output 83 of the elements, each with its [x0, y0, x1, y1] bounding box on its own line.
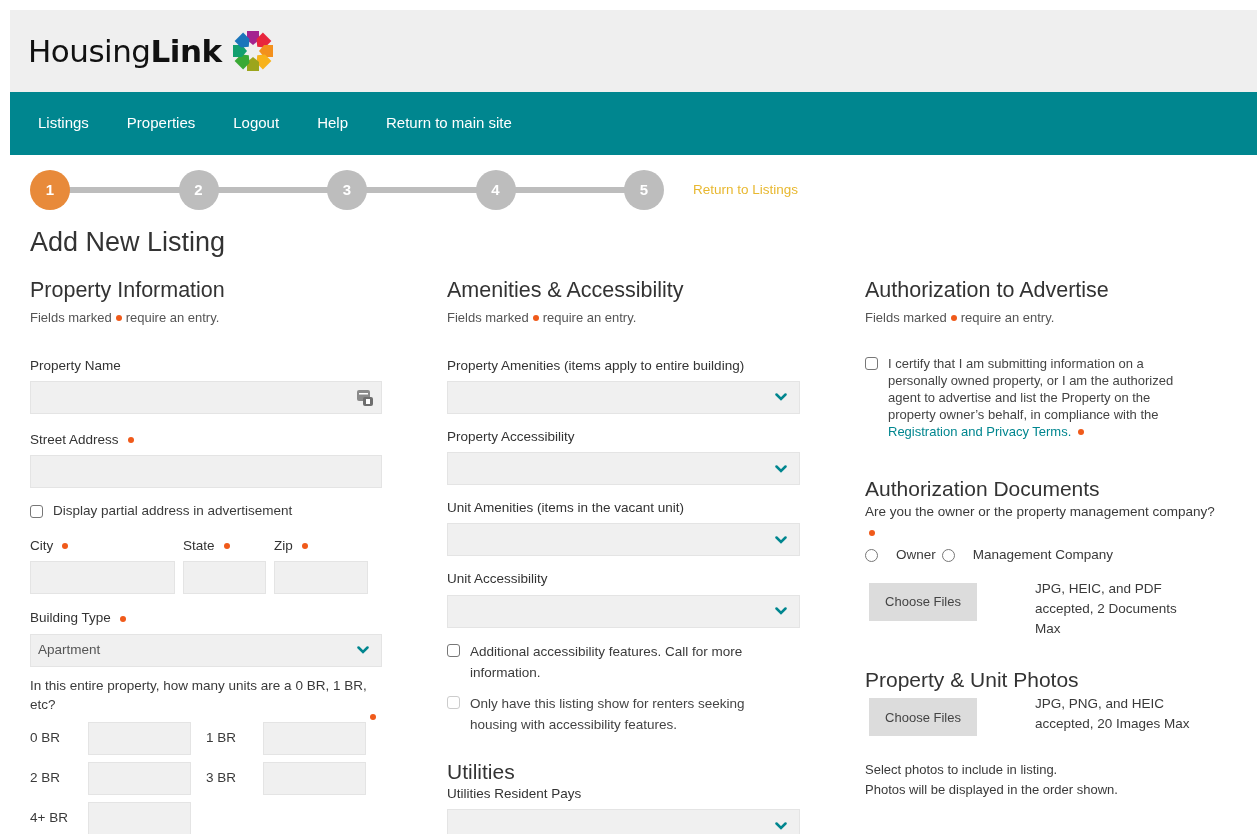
field-label: Street Address [30, 430, 119, 449]
text-field[interactable] [88, 721, 191, 755]
nav-link[interactable]: Properties [116, 112, 206, 135]
choose-files-button[interactable]: Choose Files [869, 698, 977, 737]
radio-button[interactable] [941, 548, 955, 562]
radio-button[interactable] [865, 548, 878, 562]
field-label: 1 BR [206, 729, 236, 748]
text-field[interactable] [30, 561, 175, 595]
question-text: In this entire property, how many units are a 0 BR, 1 BR, etc? [30, 676, 368, 714]
radio-label: Management Company [972, 545, 1114, 564]
field-label: Utilities Resident Pays [447, 784, 582, 803]
select-field[interactable] [447, 594, 800, 628]
nav-link[interactable]: Return to main site [376, 112, 522, 135]
field-label: State [183, 537, 215, 556]
checkbox[interactable] [447, 643, 460, 657]
text-field[interactable] [88, 761, 191, 795]
checkbox[interactable] [30, 505, 43, 519]
section-heading: Authorization to Advertise [865, 278, 1110, 305]
select-value: Apartment [38, 641, 101, 660]
section-heading: Property Information [30, 278, 226, 305]
question-text: Are you the owner or the property management company? [865, 503, 1215, 519]
radio-label: Owner [896, 545, 936, 564]
section-heading: Authorization Documents [865, 475, 1101, 501]
required-dot [532, 314, 539, 321]
note-text: Select photos to include in listing. [865, 761, 1059, 780]
hint-text: Fields marked [30, 309, 112, 328]
certify-text: I certify that I am submitting information on a personally owned property, or I am the authorized agent to advertise and list the Property on the property owner’s behalf, in compliance with the [888, 355, 1174, 422]
checkbox-label: Display partial address in advertisement [53, 502, 293, 521]
logo-text: HousingLink [28, 31, 222, 71]
hint-text: Fields marked [447, 309, 529, 328]
field-label: 4+ BR [30, 809, 68, 828]
hint-text: require an entry. [960, 309, 1055, 328]
text-field[interactable] [30, 455, 382, 489]
field-label: Property Accessibility [447, 427, 575, 446]
checkbox-label: Only have this listing show for renters seeking housing with accessibility features. [470, 694, 746, 734]
select-field[interactable] [447, 380, 800, 414]
text-field[interactable] [263, 761, 366, 795]
field-label: 0 BR [30, 729, 60, 748]
section-heading: Utilities [447, 758, 516, 784]
select-field[interactable] [447, 523, 800, 557]
text-field[interactable] [30, 380, 382, 414]
field-label: Unit Accessibility [447, 570, 548, 589]
file-note: JPG, HEIC, and PDF accepted, 2 Documents Max [1035, 580, 1178, 639]
text-field[interactable] [263, 721, 366, 755]
text-field[interactable] [88, 801, 191, 834]
terms-link[interactable]: Registration and Privacy Terms. [888, 423, 1072, 439]
chevron-down-icon [775, 607, 787, 616]
logo-icon [231, 30, 274, 72]
nav-link[interactable]: Help [307, 112, 358, 135]
required-dot [115, 314, 122, 321]
select-field[interactable]: Apartment [30, 633, 382, 667]
hint-text: require an entry. [125, 309, 220, 328]
chevron-down-icon [775, 464, 787, 473]
hint-text: Fields marked [865, 309, 947, 328]
note-text: Photos will be displayed in the order shown. [865, 781, 1119, 800]
field-label: Building Type [30, 609, 111, 628]
checkbox-label: Additional accessibility features. Call for more information. [470, 642, 744, 682]
chevron-down-icon [775, 535, 787, 544]
field-label: City [30, 537, 54, 556]
choose-files-button[interactable]: Choose Files [869, 583, 977, 622]
nav-link[interactable]: Listings [28, 112, 99, 135]
text-field[interactable] [274, 561, 368, 595]
chevron-down-icon [775, 393, 787, 402]
select-field[interactable] [447, 809, 800, 834]
field-label: 2 BR [30, 769, 60, 788]
checkbox[interactable] [865, 356, 878, 370]
nav-link[interactable]: Logout [223, 112, 290, 135]
text-field[interactable] [183, 561, 266, 595]
section-heading: Amenities & Accessibility [447, 278, 685, 305]
file-note: JPG, PNG, and HEIC accepted, 20 Images Max [1035, 695, 1191, 734]
field-label: Property Amenities (items apply to entire building) [447, 356, 745, 375]
step-circle[interactable]: 1 [30, 170, 70, 210]
field-label: 3 BR [206, 769, 236, 788]
field-label: Unit Amenities (items in the vacant unit) [447, 499, 685, 518]
field-label: Property Name [30, 356, 121, 375]
required-dot [950, 314, 957, 321]
hint-text: require an entry. [542, 309, 637, 328]
chevron-down-icon [775, 821, 787, 830]
field-label: Zip [274, 537, 293, 556]
select-field[interactable] [447, 452, 800, 486]
chevron-down-icon [357, 646, 369, 655]
page-title: Add New Listing [30, 226, 227, 259]
section-heading: Property & Unit Photos [865, 667, 1080, 693]
